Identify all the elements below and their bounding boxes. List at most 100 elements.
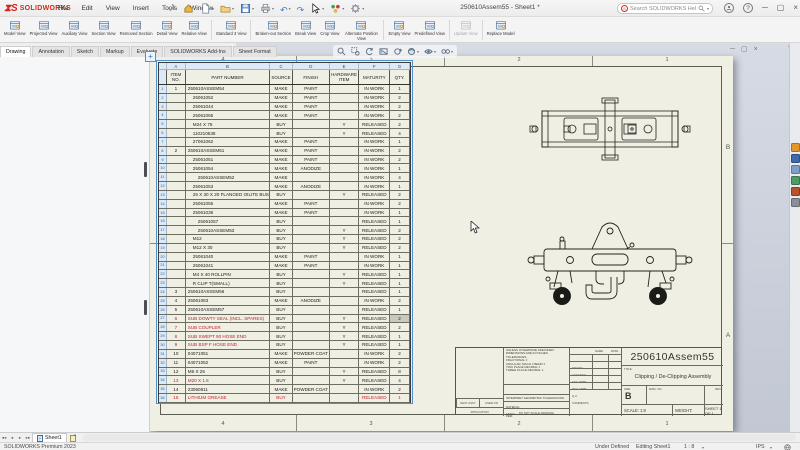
bom-cell-qty[interactable]: 2 [390,199,410,208]
dropdown-caret-icon[interactable]: ▾ [342,6,344,11]
bom-column-letter-a[interactable]: A [167,63,186,69]
bom-row-number[interactable]: 11 [159,173,167,182]
tab-sketch[interactable]: Sketch [70,46,99,57]
bom-cell-qty[interactable]: 2 [390,349,410,358]
bom-row-number[interactable]: 1 [159,85,167,93]
bom-cell-source[interactable]: MAKE [270,199,293,208]
bom-cell-part-number[interactable]: 25061036 [186,208,271,217]
bom-cell-part-number[interactable]: SUB BSP F HOSE END [186,341,271,349]
bom-row-number[interactable]: 20 [159,252,167,261]
bom-cell-item[interactable] [167,226,186,235]
dropdown-caret-icon[interactable]: ▾ [362,6,364,11]
bom-row-header[interactable] [159,70,167,84]
bom-cell-maturity[interactable]: IN WORK [359,296,391,305]
bom-cell-source[interactable]: MAKE [270,385,293,393]
bom-column-letter-c[interactable]: C [270,63,293,69]
hide-show-items-icon[interactable]: ▾ [441,47,453,56]
bom-cell-finish[interactable]: PAINT [293,358,330,367]
search-placeholder[interactable]: Search SOLIDWORKS Help [630,6,696,12]
bom-cell-part-number[interactable]: 25061055 [186,199,271,208]
login-icon[interactable] [724,3,735,13]
bom-cell-maturity[interactable]: RELEASED [359,235,391,243]
bom-cell-maturity[interactable]: IN WORK [359,208,391,217]
bom-cell-hardware[interactable] [330,85,360,93]
bom-cell-maturity[interactable]: RELEASED [359,314,391,323]
bom-cell-qty[interactable]: 2 [390,190,410,199]
bom-cell-part-number[interactable]: 250610ASSEM51 [186,146,271,155]
bom-cell-source[interactable]: BUY [270,376,293,385]
bom-cell-qty[interactable]: 4 [390,173,410,182]
bom-cell-source[interactable]: MAKE [270,252,293,261]
bom-cell-maturity[interactable]: IN WORK [359,199,391,208]
bom-cell-hardware[interactable] [330,349,360,358]
bom-row-number[interactable]: 3 [159,102,167,111]
bom-column-letter-e[interactable]: E [330,63,360,69]
crop-view-button[interactable]: Crop View [318,18,341,42]
bom-cell-source[interactable]: MAKE [270,296,293,305]
bom-cell-item[interactable] [167,164,186,173]
bom-cell-finish[interactable]: ANODIZE [293,182,330,190]
bom-header-qty[interactable]: QTY. [390,70,410,84]
design-library-icon[interactable] [791,154,800,163]
bom-cell-finish[interactable]: PAINT [293,199,330,208]
bom-cell-maturity[interactable]: RELEASED [359,243,391,252]
bom-cell-hardware[interactable]: Y [330,314,360,323]
bom-cell-item[interactable]: 5 [167,305,186,314]
bom-cell-finish[interactable]: PAINT [293,146,330,155]
bom-cell-item[interactable] [167,270,186,279]
doc-restore-button[interactable]: ▢ [741,45,748,54]
units-value[interactable]: IPS [756,444,765,450]
dropdown-caret-icon[interactable]: ▾ [272,6,274,11]
bom-cell-maturity[interactable]: RELEASED [359,279,391,288]
bom-column-letter-g[interactable]: G [390,63,410,69]
bom-cell-hardware[interactable] [330,217,360,226]
bom-cell-source[interactable]: MAKE [270,155,293,164]
rotate-view-icon[interactable] [393,47,402,56]
zoom-to-area-icon[interactable] [351,47,360,56]
bom-cell-item[interactable] [167,279,186,288]
bom-cell-item[interactable]: 3 [167,288,186,296]
bom-row-number[interactable]: 14 [159,199,167,208]
bom-cell-finish[interactable] [293,190,330,199]
bom-row-number[interactable]: 23 [159,279,167,288]
bom-cell-item[interactable] [167,173,186,182]
bom-cell-part-number[interactable]: 27061062 [186,137,271,146]
bom-row-number[interactable]: 6 [159,129,167,137]
drawing-view-front[interactable] [522,217,698,313]
display-button[interactable]: ▾ [329,3,345,14]
dropdown-caret-icon[interactable]: ▾ [232,6,234,11]
broken-out-section-button[interactable]: Broken-out Section [253,18,293,42]
removed-section-button[interactable]: Removed Section [118,18,155,42]
bom-cell-part-number[interactable]: 25 X 30 X 20 FLANGED OILITE BUSH [186,190,271,199]
bom-cell-finish[interactable] [293,305,330,314]
bom-cell-qty[interactable]: 2 [390,235,410,243]
bom-row-number[interactable]: 25 [159,296,167,305]
bom-cell-hardware[interactable]: Y [330,323,360,332]
bom-cell-item[interactable] [167,137,186,146]
drawing-view-top[interactable] [528,96,692,162]
bom-cell-maturity[interactable]: IN WORK [359,182,391,190]
file-explorer-icon[interactable] [791,165,800,174]
bom-cell-part-number[interactable]: 250610ASSEM54 [186,85,271,93]
bom-cell-source[interactable]: MAKE [270,164,293,173]
bom-row-number[interactable]: 7 [159,137,167,146]
close-button[interactable]: × [793,2,798,14]
detail-view-button[interactable]: Detail View [155,18,180,42]
bom-cell-part-number[interactable]: 25061044 [186,102,271,111]
bom-cell-source[interactable]: BUY [270,288,293,296]
bom-cell-finish[interactable] [293,129,330,137]
bom-cell-qty[interactable]: 1 [390,208,410,217]
bom-cell-qty[interactable]: 8 [390,367,410,376]
bom-row-number[interactable]: 26 [159,305,167,314]
bom-cell-part-number[interactable]: 25061051 [186,155,271,164]
bom-cell-part-number[interactable]: M24 X 75 [186,120,271,129]
bom-cell-hardware[interactable] [330,173,360,182]
tab-sheet-format[interactable]: Sheet Format [232,46,277,57]
bom-cell-qty[interactable]: 2 [390,226,410,235]
bom-cell-qty[interactable]: 1 [390,252,410,261]
bom-cell-part-number[interactable]: M12 X 30 [186,243,271,252]
solidworks-resources-icon[interactable] [791,143,800,152]
bom-cell-part-number[interactable]: R CLIP T(SMALL) [186,279,271,288]
bom-cell-maturity[interactable]: IN WORK [359,358,391,367]
bom-cell-part-number[interactable]: 25061052 [186,93,271,102]
